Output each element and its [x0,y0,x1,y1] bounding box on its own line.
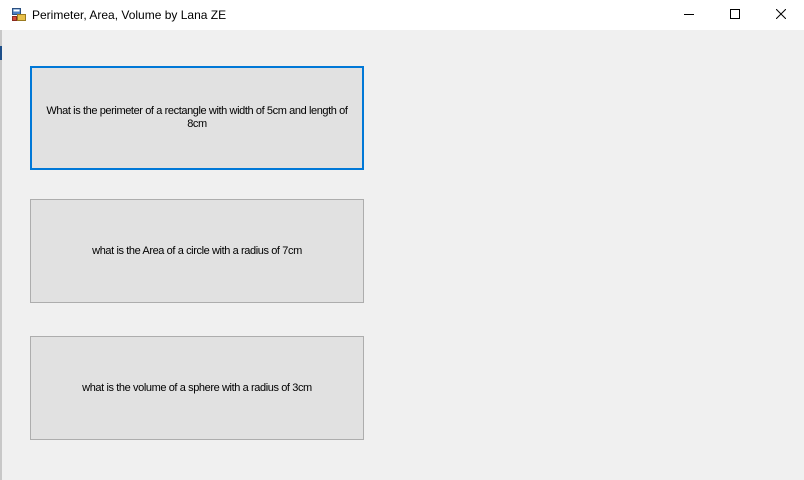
border-accent [0,46,2,60]
app-window: Perimeter, Area, Volume by Lana ZE What … [0,0,804,480]
volume-question-button[interactable]: what is the volume of a sphere with a ra… [30,336,364,440]
window-title: Perimeter, Area, Volume by Lana ZE [32,8,227,22]
area-question-button[interactable]: what is the Area of a circle with a radi… [30,199,364,303]
close-icon [775,6,787,24]
perimeter-question-label: What is the perimeter of a rectangle wit… [46,105,348,130]
app-icon[interactable] [12,8,26,22]
perimeter-question-button[interactable]: What is the perimeter of a rectangle wit… [30,66,364,170]
area-question-label: what is the Area of a circle with a radi… [92,244,302,257]
title-bar[interactable]: Perimeter, Area, Volume by Lana ZE [0,0,804,30]
minimize-button[interactable] [666,0,712,30]
minimize-icon [684,6,694,24]
maximize-icon [730,6,740,24]
maximize-button[interactable] [712,0,758,30]
window-left-border [0,30,2,480]
volume-question-label: what is the volume of a sphere with a ra… [82,381,312,394]
close-button[interactable] [758,0,804,30]
